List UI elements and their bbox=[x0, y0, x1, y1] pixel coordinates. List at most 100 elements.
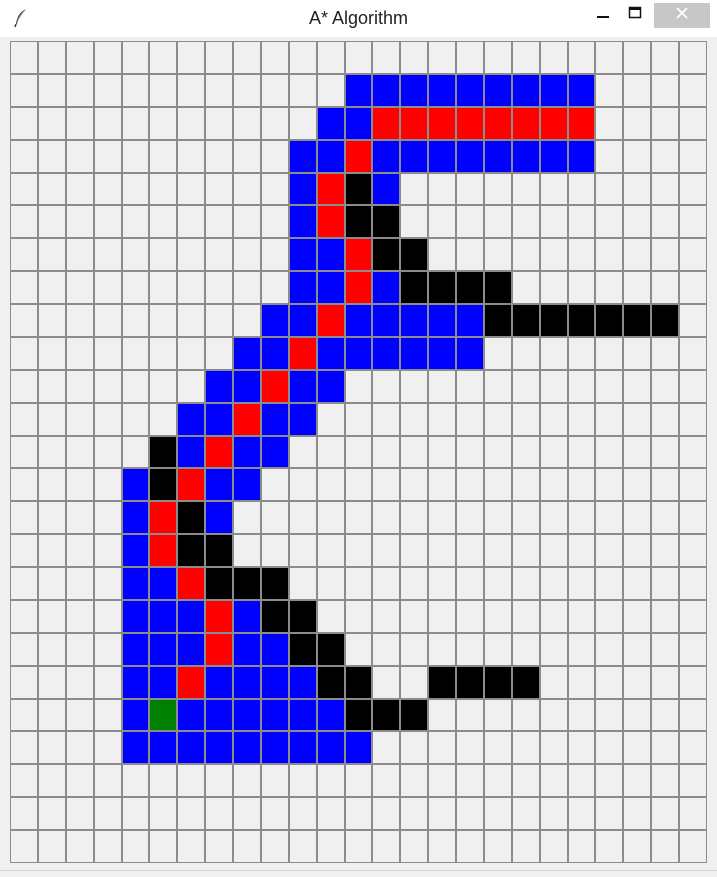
grid-cell-empty[interactable] bbox=[512, 534, 540, 567]
grid-cell-empty[interactable] bbox=[345, 370, 372, 403]
grid-cell-empty[interactable] bbox=[651, 107, 679, 140]
grid-cell-open[interactable] bbox=[456, 337, 484, 370]
grid-cell-empty[interactable] bbox=[233, 107, 261, 140]
grid-cell-wall[interactable] bbox=[317, 666, 345, 699]
grid-cell-empty[interactable] bbox=[623, 436, 651, 468]
grid-cell-open[interactable] bbox=[568, 140, 595, 173]
grid-cell-wall[interactable] bbox=[456, 271, 484, 304]
grid-cell-open[interactable] bbox=[540, 140, 568, 173]
grid-cell-empty[interactable] bbox=[66, 41, 94, 74]
grid-cell-empty[interactable] bbox=[372, 501, 400, 534]
grid-cell-empty[interactable] bbox=[428, 600, 456, 633]
grid-cell-empty[interactable] bbox=[205, 74, 233, 107]
grid-cell-empty[interactable] bbox=[233, 830, 261, 863]
grid-cell-empty[interactable] bbox=[400, 403, 428, 436]
grid-cell-open[interactable] bbox=[122, 567, 149, 600]
grid-cell-open[interactable] bbox=[122, 633, 149, 666]
grid-cell-empty[interactable] bbox=[317, 436, 345, 468]
grid-cell-empty[interactable] bbox=[66, 600, 94, 633]
grid-cell-empty[interactable] bbox=[261, 764, 289, 797]
grid-cell-empty[interactable] bbox=[289, 764, 317, 797]
grid-cell-empty[interactable] bbox=[149, 205, 177, 238]
grid-cell-empty[interactable] bbox=[400, 534, 428, 567]
grid-cell-empty[interactable] bbox=[233, 238, 261, 271]
grid-cell-empty[interactable] bbox=[233, 534, 261, 567]
grid-cell-empty[interactable] bbox=[484, 41, 512, 74]
grid-cell-wall[interactable] bbox=[261, 600, 289, 633]
grid-cell-path[interactable] bbox=[205, 436, 233, 468]
grid-cell-empty[interactable] bbox=[428, 633, 456, 666]
grid-cell-open[interactable] bbox=[317, 731, 345, 764]
grid-cell-open[interactable] bbox=[400, 74, 428, 107]
grid-cell-empty[interactable] bbox=[233, 74, 261, 107]
grid-cell-empty[interactable] bbox=[484, 699, 512, 731]
grid-cell-empty[interactable] bbox=[595, 403, 623, 436]
grid-cell-empty[interactable] bbox=[38, 699, 66, 731]
grid-cell-empty[interactable] bbox=[149, 797, 177, 830]
grid-cell-open[interactable] bbox=[177, 403, 205, 436]
grid-cell-empty[interactable] bbox=[540, 633, 568, 666]
grid-cell-empty[interactable] bbox=[679, 140, 707, 173]
grid-cell-empty[interactable] bbox=[122, 41, 149, 74]
grid-cell-open[interactable] bbox=[177, 436, 205, 468]
grid-cell-open[interactable] bbox=[372, 337, 400, 370]
grid-cell-empty[interactable] bbox=[651, 436, 679, 468]
grid-cell-open[interactable] bbox=[428, 337, 456, 370]
grid-cell-open[interactable] bbox=[289, 403, 317, 436]
grid-cell-open[interactable] bbox=[345, 304, 372, 337]
grid-cell-empty[interactable] bbox=[568, 731, 595, 764]
grid-cell-empty[interactable] bbox=[623, 830, 651, 863]
grid-cell-empty[interactable] bbox=[38, 107, 66, 140]
grid-cell-wall[interactable] bbox=[512, 666, 540, 699]
grid-cell-open[interactable] bbox=[149, 731, 177, 764]
grid-cell-empty[interactable] bbox=[205, 238, 233, 271]
grid-cell-wall[interactable] bbox=[149, 436, 177, 468]
grid-cell-empty[interactable] bbox=[94, 403, 122, 436]
grid-cell-empty[interactable] bbox=[38, 74, 66, 107]
grid-cell-empty[interactable] bbox=[233, 271, 261, 304]
grid-cell-empty[interactable] bbox=[428, 468, 456, 501]
grid-cell-open[interactable] bbox=[177, 731, 205, 764]
grid-cell-empty[interactable] bbox=[623, 699, 651, 731]
grid-cell-empty[interactable] bbox=[10, 468, 38, 501]
grid-cell-empty[interactable] bbox=[345, 600, 372, 633]
grid-cell-empty[interactable] bbox=[651, 699, 679, 731]
grid-cell-empty[interactable] bbox=[400, 830, 428, 863]
grid-cell-empty[interactable] bbox=[149, 337, 177, 370]
grid-cell-open[interactable] bbox=[484, 74, 512, 107]
grid-cell-empty[interactable] bbox=[94, 468, 122, 501]
grid-cell-empty[interactable] bbox=[512, 370, 540, 403]
grid-cell-empty[interactable] bbox=[623, 501, 651, 534]
grid-cell-empty[interactable] bbox=[456, 468, 484, 501]
grid-cell-empty[interactable] bbox=[38, 468, 66, 501]
grid-cell-empty[interactable] bbox=[512, 501, 540, 534]
grid-cell-empty[interactable] bbox=[595, 238, 623, 271]
grid-cell-empty[interactable] bbox=[149, 370, 177, 403]
grid-cell-empty[interactable] bbox=[540, 370, 568, 403]
grid-cell-empty[interactable] bbox=[651, 370, 679, 403]
grid-cell-empty[interactable] bbox=[289, 74, 317, 107]
grid-cell-open[interactable] bbox=[345, 337, 372, 370]
grid-cell-empty[interactable] bbox=[595, 271, 623, 304]
grid-cell-open[interactable] bbox=[233, 600, 261, 633]
grid-cell-empty[interactable] bbox=[679, 534, 707, 567]
grid-cell-open[interactable] bbox=[512, 140, 540, 173]
grid-cell-open[interactable] bbox=[149, 666, 177, 699]
grid-cell-open[interactable] bbox=[289, 731, 317, 764]
grid-cell-empty[interactable] bbox=[428, 205, 456, 238]
grid-cell-empty[interactable] bbox=[261, 797, 289, 830]
grid-cell-empty[interactable] bbox=[66, 436, 94, 468]
grid-cell-empty[interactable] bbox=[345, 403, 372, 436]
grid-cell-open[interactable] bbox=[428, 74, 456, 107]
grid-cell-empty[interactable] bbox=[568, 337, 595, 370]
maximize-button[interactable] bbox=[620, 3, 650, 28]
grid-cell-empty[interactable] bbox=[205, 205, 233, 238]
grid-cell-empty[interactable] bbox=[94, 501, 122, 534]
grid-cell-empty[interactable] bbox=[38, 403, 66, 436]
grid-cell-empty[interactable] bbox=[10, 370, 38, 403]
grid-cell-open[interactable] bbox=[317, 699, 345, 731]
grid-cell-empty[interactable] bbox=[484, 238, 512, 271]
grid-cell-empty[interactable] bbox=[38, 205, 66, 238]
grid-cell-empty[interactable] bbox=[679, 764, 707, 797]
grid-cell-empty[interactable] bbox=[66, 238, 94, 271]
